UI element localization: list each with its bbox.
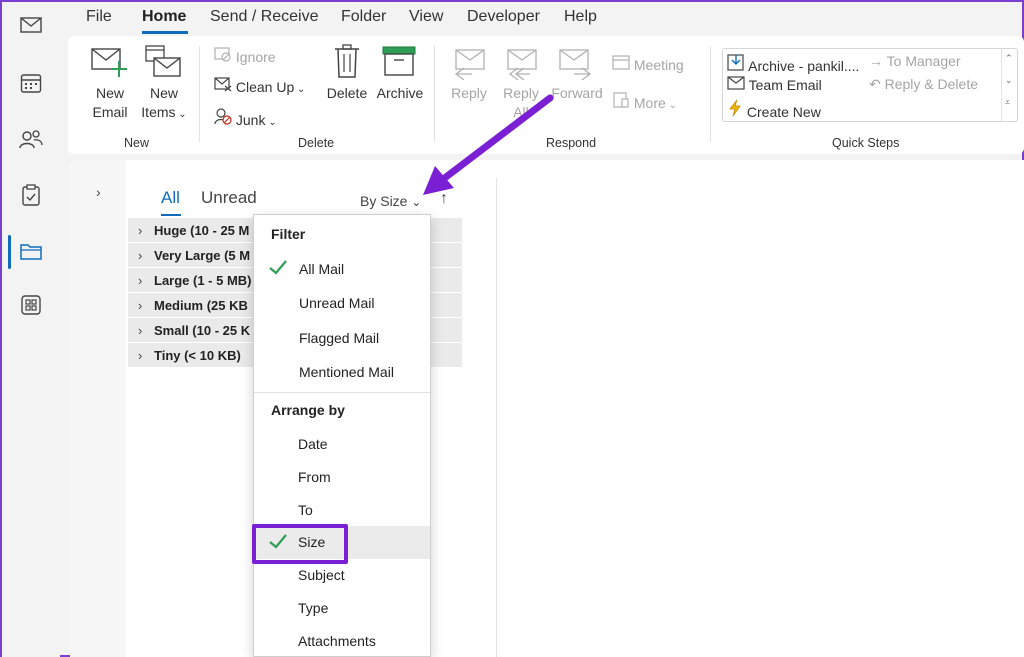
annotation-arrow xyxy=(423,94,554,195)
